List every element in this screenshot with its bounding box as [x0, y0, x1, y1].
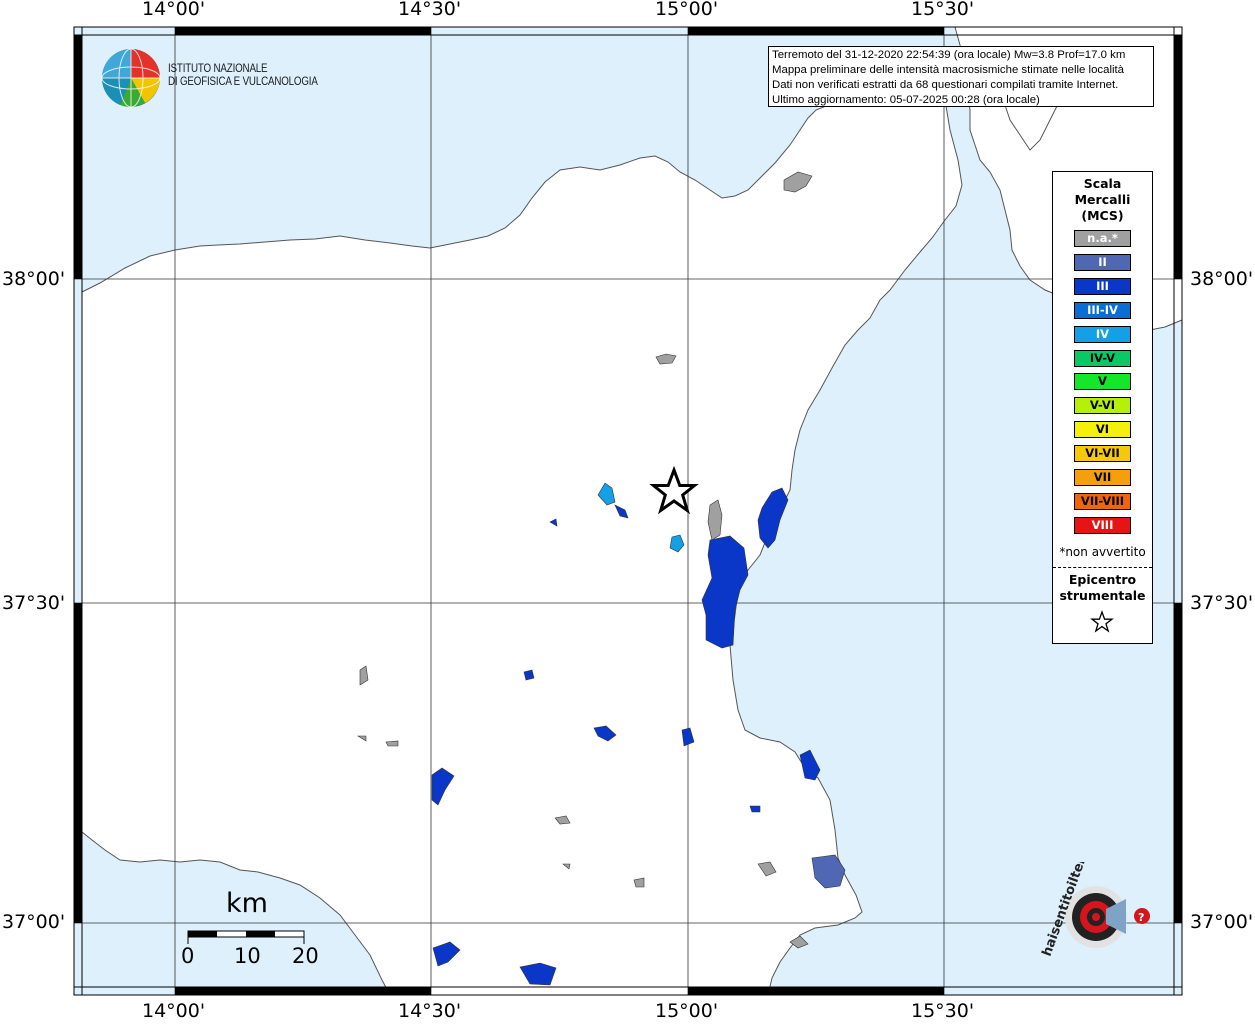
legend-epicenter-line1: Epicentro	[1068, 572, 1137, 587]
institute-line1: ISTITUTO NAZIONALE	[168, 63, 268, 75]
lon-label-top-4: 15°30'	[911, 0, 975, 20]
legend-swatch-v-vi: V-VI	[1074, 397, 1131, 415]
legend-note: *non avvertito	[1059, 545, 1146, 559]
legend-swatch-vii-viii: VII-VIII	[1074, 492, 1131, 510]
lat-label-left-2: 37°30'	[2, 592, 66, 614]
lat-label-left-1: 38°00'	[2, 268, 66, 290]
lon-label-bottom-2: 14°30'	[398, 1000, 462, 1022]
legend-swatch-vi-vii: VI-VII	[1074, 445, 1131, 463]
legend-epicenter-label: Epicentro strumentale	[1053, 572, 1152, 604]
legend-swatch-n-a: n.a.*	[1074, 230, 1131, 247]
info-line2: Mappa preliminare delle intensità macros…	[772, 64, 1125, 76]
svg-text:?: ?	[1138, 911, 1144, 924]
lon-label-bottom-1: 14°00'	[142, 1000, 206, 1022]
legend-swatch-vi: VI	[1074, 421, 1131, 439]
institute-name: ISTITUTO NAZIONALE DI GEOFISICA E VULCAN…	[168, 63, 318, 89]
legend-swatch-ii: II	[1074, 253, 1131, 271]
info-line4: Ultimo aggiornamento: 05-07-2025 00:28 (…	[772, 94, 1040, 106]
institute-line2: DI GEOFISICA E VULCANOLOGIA	[168, 76, 318, 88]
legend-swatch-iv: IV	[1074, 325, 1131, 343]
info-line1: Terremoto del 31-12-2020 22:54:39 (ora l…	[772, 49, 1126, 61]
haisentito-logo: ? haisentitoilterremoto.it www.	[1040, 862, 1150, 958]
legend-swatch-iii: III	[1074, 277, 1131, 295]
lon-label-top-3: 15°00'	[655, 0, 719, 20]
lat-label-left-3: 37°00'	[2, 911, 66, 933]
legend-separator	[1053, 567, 1152, 568]
lat-label-right-2: 37°30'	[1190, 592, 1254, 614]
locality-na	[385, 740, 399, 747]
ingv-logo	[101, 48, 161, 108]
lat-label-right-3: 37°00'	[1190, 911, 1254, 933]
lat-label-right-1: 38°00'	[1190, 268, 1254, 290]
legend-star-icon	[1090, 610, 1114, 633]
lon-label-top-2: 14°30'	[398, 0, 462, 20]
legend-swatch-vii: VII	[1074, 469, 1131, 486]
scale-tick-0: 0	[181, 944, 195, 968]
locality-iii	[749, 805, 761, 813]
scale-tick-10: 10	[234, 944, 261, 968]
legend-swatch-iii-iv: III-IV	[1074, 301, 1131, 319]
mcs-legend: Scala Mercalli (MCS) n.a.* II III III-IV IV I…	[1052, 171, 1153, 644]
lon-label-bottom-3: 15°00'	[655, 1000, 719, 1022]
legend-swatch-iv-v: IV-V	[1074, 349, 1131, 367]
earthquake-info-box: Terremoto del 31-12-2020 22:54:39 (ora l…	[768, 46, 1154, 107]
scale-unit: km	[226, 888, 268, 919]
legend-title-line3: (MCS)	[1081, 208, 1124, 223]
lon-label-top-1: 14°00'	[142, 0, 206, 20]
legend-epicenter-line2: strumentale	[1059, 588, 1146, 603]
lon-label-bottom-4: 15°30'	[911, 1000, 975, 1022]
legend-title: Scala Mercalli (MCS)	[1053, 176, 1152, 224]
legend-swatch-v: V	[1074, 373, 1131, 391]
info-line3: Dati non verificati estratti da 68 quest…	[772, 79, 1119, 91]
legend-swatch-viii: VIII	[1074, 516, 1131, 534]
legend-title-line1: Scala	[1083, 176, 1122, 191]
legend-title-line2: Mercalli	[1074, 192, 1131, 207]
locality-iii	[523, 669, 535, 681]
scale-tick-20: 20	[292, 944, 319, 968]
